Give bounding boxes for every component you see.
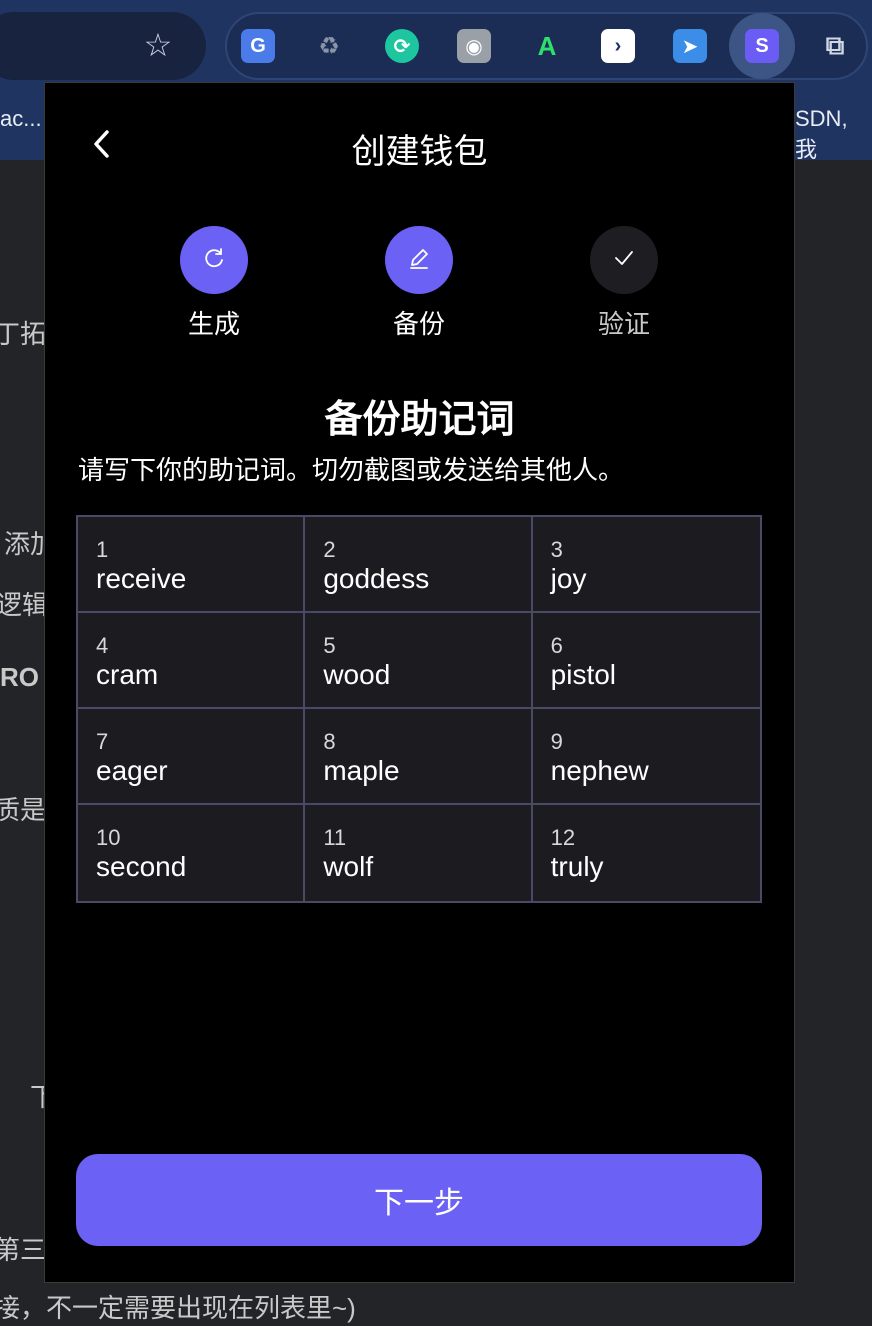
puzzle-icon[interactable]: ⧉ bbox=[818, 29, 852, 63]
mnemonic-cell: 5 wood bbox=[305, 613, 533, 709]
next-step-button[interactable]: 下一步 bbox=[76, 1154, 762, 1246]
bookmark-item[interactable]: SDN, 我 bbox=[795, 106, 872, 164]
mnemonic-word: truly bbox=[550, 851, 604, 882]
step-backup-indicator bbox=[385, 226, 453, 294]
bookmark-star-icon[interactable]: ☆ bbox=[140, 27, 176, 63]
step-label: 验证 bbox=[597, 309, 650, 339]
mnemonic-word: second bbox=[96, 851, 187, 882]
mnemonic-cell: 1 receive bbox=[78, 517, 306, 613]
instruction-text: 请写下你的助记词。切勿截图或发送给其他人。 bbox=[78, 455, 625, 485]
word-index: 3 bbox=[550, 537, 563, 562]
word-index: 9 bbox=[550, 729, 563, 754]
mnemonic-word: eager bbox=[96, 755, 168, 786]
mnemonic-cell: 2 goddess bbox=[305, 517, 533, 613]
mnemonic-word: maple bbox=[323, 755, 400, 786]
mnemonic-word: joy bbox=[550, 563, 587, 594]
section-heading: 备份助记词 bbox=[324, 399, 515, 441]
mnemonic-word: wood bbox=[323, 659, 391, 690]
camera-icon[interactable]: ◉ bbox=[457, 29, 491, 63]
word-index: 10 bbox=[96, 825, 121, 850]
mnemonic-grid: 1 receive 2 goddess 3 joy 4 cram 5 wood 6 pist… bbox=[76, 515, 762, 903]
step-generate-indicator bbox=[180, 226, 248, 294]
mnemonic-cell: 11 wolf bbox=[305, 805, 533, 901]
background-text: 第三 bbox=[0, 1235, 47, 1265]
mnemonic-cell: 7 eager bbox=[78, 709, 306, 805]
word-index: 8 bbox=[323, 729, 336, 754]
word-index: 2 bbox=[323, 537, 336, 562]
background-text: 逻辑 bbox=[0, 590, 49, 620]
sync-icon[interactable]: ⟳ bbox=[385, 29, 419, 63]
word-index: 5 bbox=[323, 633, 336, 658]
background-text: RO bbox=[0, 662, 39, 692]
bookmark-item[interactable]: ac... bbox=[0, 106, 42, 132]
word-index: 11 bbox=[323, 825, 347, 850]
step-verify-indicator bbox=[590, 226, 658, 294]
word-index: 12 bbox=[550, 825, 576, 850]
word-index: 1 bbox=[96, 537, 109, 562]
translate-icon[interactable]: G bbox=[241, 29, 275, 63]
mnemonic-word: nephew bbox=[550, 755, 649, 786]
word-index: 4 bbox=[96, 633, 109, 658]
mnemonic-cell: 9 nephew bbox=[532, 709, 760, 805]
background-text: 接，不一定需要出现在列表里~) bbox=[0, 1293, 356, 1323]
recycle-icon[interactable]: ♻ bbox=[312, 29, 346, 63]
pencil-icon bbox=[406, 245, 432, 276]
wallet-extension-icon[interactable]: S bbox=[729, 13, 795, 79]
mnemonic-word: cram bbox=[96, 659, 159, 690]
mnemonic-word: receive bbox=[96, 563, 187, 594]
mnemonic-cell: 12 truly bbox=[533, 805, 760, 901]
mnemonic-cell: 6 pistol bbox=[532, 613, 760, 709]
mnemonic-word: pistol bbox=[550, 659, 617, 690]
refresh-icon bbox=[201, 245, 227, 276]
check-icon bbox=[611, 245, 637, 276]
background-text: 质是 bbox=[0, 795, 47, 825]
word-index: 7 bbox=[96, 729, 109, 754]
step-label: 生成 bbox=[187, 309, 240, 339]
mnemonic-cell: 4 cram bbox=[78, 613, 306, 709]
mnemonic-cell: 3 joy bbox=[532, 517, 760, 613]
background-text: 丁拓 bbox=[0, 319, 47, 349]
word-index: 6 bbox=[550, 633, 563, 658]
send-icon[interactable]: ➤ bbox=[673, 29, 707, 63]
mnemonic-word: wolf bbox=[323, 851, 374, 882]
a-icon[interactable]: A bbox=[530, 29, 564, 63]
mnemonic-cell: 8 maple bbox=[305, 709, 533, 805]
mnemonic-word: goddess bbox=[323, 563, 430, 594]
mnemonic-cell: 10 second bbox=[78, 805, 306, 901]
step-label: 备份 bbox=[392, 309, 445, 339]
popup-title: 创建钱包 bbox=[351, 133, 488, 171]
terminal-icon[interactable]: › bbox=[601, 29, 635, 63]
